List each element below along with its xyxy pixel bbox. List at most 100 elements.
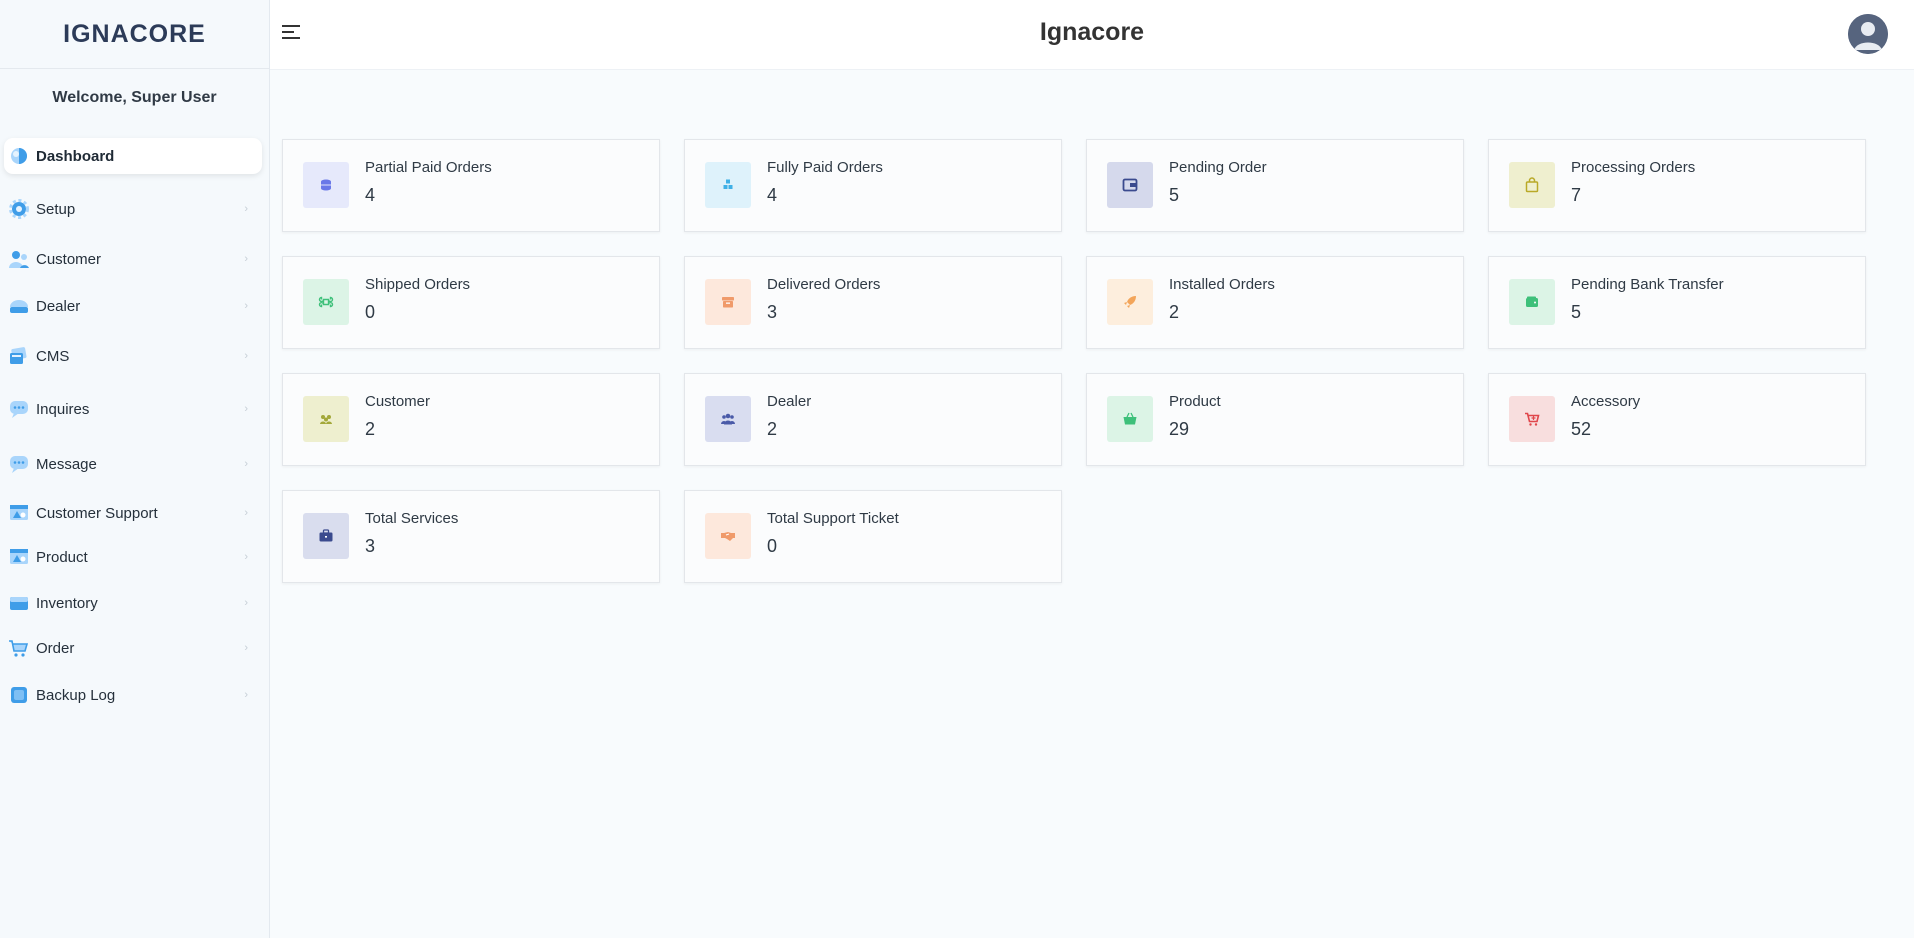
chevron-right-icon: › bbox=[244, 300, 248, 312]
sidebar-item-label: Message bbox=[36, 455, 97, 473]
sidebar-item-customer[interactable]: Customer › bbox=[4, 241, 262, 277]
stat-card-accessory[interactable]: Accessory 52 bbox=[1488, 373, 1866, 466]
briefcase-icon bbox=[303, 513, 349, 559]
stat-card-customer[interactable]: Customer 2 bbox=[282, 373, 660, 466]
stat-label: Partial Paid Orders bbox=[365, 159, 492, 176]
stat-label: Total Services bbox=[365, 510, 459, 527]
sidebar-item-customer-support[interactable]: Customer Support › bbox=[4, 495, 262, 531]
chevron-right-icon: › bbox=[244, 458, 248, 470]
stat-label: Pending Order bbox=[1169, 159, 1267, 176]
sidebar-item-label: Dashboard bbox=[36, 147, 115, 165]
stat-value: 3 bbox=[767, 302, 778, 322]
sidebar-item-label: Backup Log bbox=[36, 686, 116, 704]
stat-value: 3 bbox=[365, 536, 376, 556]
bag-icon bbox=[1509, 162, 1555, 208]
customer-icon bbox=[8, 248, 30, 270]
sidebar-item-label: Customer bbox=[36, 250, 102, 268]
stat-card-total-services[interactable]: Total Services 3 bbox=[282, 490, 660, 583]
stat-value: 5 bbox=[1169, 185, 1180, 205]
sidebar-item-label: CMS bbox=[36, 347, 70, 365]
stat-card-fully-paid-orders[interactable]: Fully Paid Orders 4 bbox=[684, 139, 1062, 232]
stat-card-shipped-orders[interactable]: Shipped Orders 0 bbox=[282, 256, 660, 349]
stat-card-processing-orders[interactable]: Processing Orders 7 bbox=[1488, 139, 1866, 232]
stat-card-pending-order[interactable]: Pending Order 5 bbox=[1086, 139, 1464, 232]
chevron-right-icon: › bbox=[244, 403, 248, 415]
cms-icon bbox=[8, 345, 30, 367]
sidebar-item-message[interactable]: Message › bbox=[4, 446, 262, 482]
sidebar-item-order[interactable]: Order › bbox=[4, 630, 262, 666]
handshake-icon bbox=[705, 513, 751, 559]
chevron-right-icon: › bbox=[244, 350, 248, 362]
box-icon bbox=[705, 279, 751, 325]
stat-card-delivered-orders[interactable]: Delivered Orders 3 bbox=[684, 256, 1062, 349]
chevron-right-icon: › bbox=[244, 253, 248, 265]
chevron-right-icon: › bbox=[244, 507, 248, 519]
sidebar-item-label: Order bbox=[36, 639, 75, 657]
logo-text: IGNACORE bbox=[63, 19, 206, 48]
cubes-icon bbox=[705, 162, 751, 208]
stat-card-installed-orders[interactable]: Installed Orders 2 bbox=[1086, 256, 1464, 349]
stat-value: 52 bbox=[1571, 419, 1592, 439]
coins-icon bbox=[303, 162, 349, 208]
wallet-green-icon bbox=[1509, 279, 1555, 325]
stat-value: 4 bbox=[365, 185, 376, 205]
sidebar-item-inquires[interactable]: Inquires › bbox=[4, 391, 262, 427]
stat-label: Customer bbox=[365, 393, 431, 410]
stat-card-partial-paid-orders[interactable]: Partial Paid Orders 4 bbox=[282, 139, 660, 232]
sidebar-item-label: Dealer bbox=[36, 297, 81, 315]
basket-icon bbox=[1107, 396, 1153, 442]
stat-label: Installed Orders bbox=[1169, 276, 1275, 293]
sidebar-item-cms[interactable]: CMS › bbox=[4, 338, 262, 374]
stat-value: 29 bbox=[1169, 419, 1190, 439]
stat-value: 0 bbox=[767, 536, 778, 556]
top-bar: Ignacore bbox=[270, 0, 1914, 70]
dashboard-icon bbox=[8, 145, 30, 167]
sidebar-item-product[interactable]: Product › bbox=[4, 539, 262, 575]
rocket-icon bbox=[1107, 279, 1153, 325]
stat-label: Pending Bank Transfer bbox=[1571, 276, 1724, 293]
sidebar-item-label: Setup bbox=[36, 200, 76, 218]
chevron-right-icon: › bbox=[244, 689, 248, 701]
stat-card-total-support-ticket[interactable]: Total Support Ticket 0 bbox=[684, 490, 1062, 583]
support-icon bbox=[8, 502, 30, 524]
sidebar-item-setup[interactable]: Setup › bbox=[4, 191, 262, 227]
stat-label: Product bbox=[1169, 393, 1221, 410]
group-icon bbox=[705, 396, 751, 442]
stat-label: Dealer bbox=[767, 393, 812, 410]
gear-icon bbox=[8, 198, 30, 220]
app-title: Ignacore bbox=[1039, 18, 1145, 46]
sidebar-item-label: Inquires bbox=[36, 400, 90, 418]
message-icon bbox=[8, 453, 30, 475]
chat-icon bbox=[8, 398, 30, 420]
stat-value: 2 bbox=[1169, 302, 1180, 322]
stat-value: 2 bbox=[767, 419, 778, 439]
stat-value: 4 bbox=[767, 185, 778, 205]
cart-icon bbox=[8, 637, 30, 659]
sidebar-item-dealer[interactable]: Dealer › bbox=[4, 288, 262, 324]
stat-card-dealer[interactable]: Dealer 2 bbox=[684, 373, 1062, 466]
sidebar-item-inventory[interactable]: Inventory › bbox=[4, 585, 262, 621]
chevron-right-icon: › bbox=[244, 551, 248, 563]
backup-icon bbox=[8, 684, 30, 706]
stat-label: Total Support Ticket bbox=[767, 510, 899, 527]
product-icon bbox=[8, 546, 30, 568]
chevron-right-icon: › bbox=[244, 203, 248, 215]
stat-label: Fully Paid Orders bbox=[767, 159, 883, 176]
logo[interactable]: IGNACORE bbox=[0, 0, 269, 69]
sidebar-item-label: Inventory bbox=[36, 594, 98, 612]
stat-label: Processing Orders bbox=[1571, 159, 1696, 176]
stat-card-product[interactable]: Product 29 bbox=[1086, 373, 1464, 466]
welcome-message: Welcome, Super User bbox=[52, 89, 217, 106]
sidebar-item-backup-log[interactable]: Backup Log › bbox=[4, 677, 262, 713]
stat-value: 7 bbox=[1571, 185, 1582, 205]
stat-value: 2 bbox=[365, 419, 376, 439]
stat-label: Shipped Orders bbox=[365, 276, 471, 293]
stat-card-pending-bank-transfer[interactable]: Pending Bank Transfer 5 bbox=[1488, 256, 1866, 349]
user-avatar[interactable] bbox=[1848, 14, 1888, 54]
sidebar: IGNACORE Welcome, Super User Dashboard Se… bbox=[0, 0, 270, 938]
stat-label: Accessory bbox=[1571, 393, 1641, 410]
sidebar-item-label: Product bbox=[36, 548, 88, 566]
sidebar-item-dashboard[interactable]: Dashboard bbox=[4, 138, 262, 174]
stat-value: 0 bbox=[365, 302, 376, 322]
stat-label: Delivered Orders bbox=[767, 276, 881, 293]
